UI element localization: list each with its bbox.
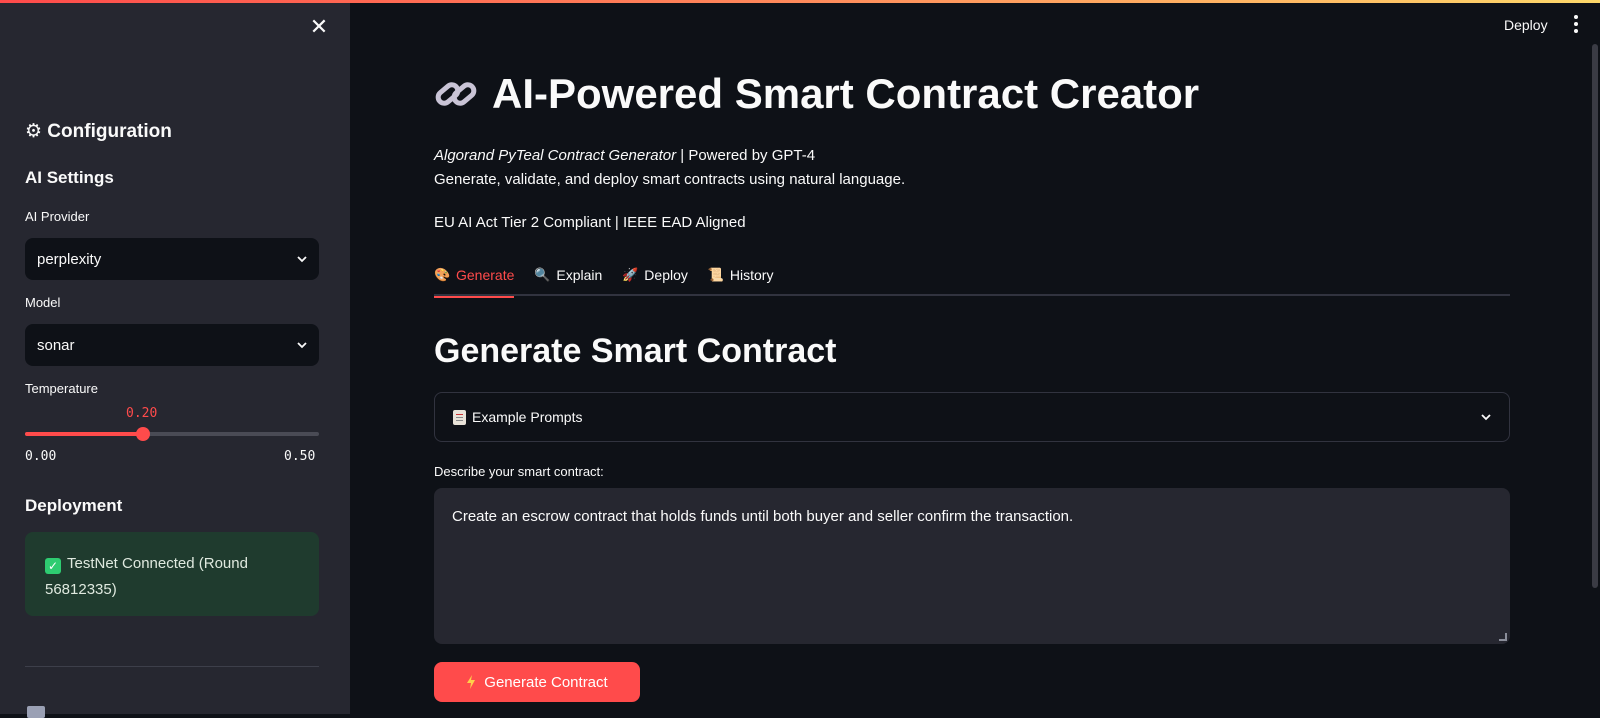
tab-bar: 🎨 Generate 🔍 Explain 🚀 Deploy 📜 History <box>434 262 1510 298</box>
sidebar: ✕ ⚙ Configuration AI Settings AI Provide… <box>0 0 350 718</box>
chevron-down-icon <box>297 342 307 349</box>
subtitle: Algorand PyTeal Contract Generator | Pow… <box>434 144 905 192</box>
close-sidebar-icon[interactable]: ✕ <box>308 16 330 38</box>
temperature-max: 0.50 <box>284 449 316 464</box>
tab-label: Generate <box>456 267 515 283</box>
main-menu-icon[interactable] <box>1570 15 1582 35</box>
textarea-label: Describe your smart contract: <box>434 464 604 479</box>
expander-label: Example Prompts <box>472 409 583 425</box>
subtitle-line2: Generate, validate, and deploy smart con… <box>434 171 906 188</box>
model-label: Model <box>25 295 61 310</box>
temperature-slider-fill <box>25 432 143 436</box>
magnifier-icon: 🔍 <box>534 267 551 282</box>
tab-history[interactable]: 📜 History <box>708 262 774 296</box>
provider-label: AI Provider <box>25 209 90 224</box>
chevron-down-icon <box>1481 414 1491 421</box>
chevron-down-icon <box>297 256 307 263</box>
temperature-min: 0.00 <box>25 449 57 464</box>
top-decoration-bar <box>0 0 1600 3</box>
sidebar-title: ⚙ Configuration <box>25 121 172 142</box>
rocket-icon: 🚀 <box>622 267 639 282</box>
temperature-slider[interactable] <box>25 427 319 441</box>
tab-generate[interactable]: 🎨 Generate <box>434 262 515 298</box>
tab-label: History <box>729 267 774 283</box>
deploy-button[interactable]: Deploy <box>1504 17 1548 33</box>
section-icon <box>27 706 45 718</box>
provider-select-value: perplexity <box>37 250 102 268</box>
resize-handle-icon[interactable] <box>1499 633 1507 641</box>
tab-label: Explain <box>556 267 603 283</box>
temperature-label: Temperature <box>25 381 98 396</box>
temperature-value: 0.20 <box>126 406 158 421</box>
deployment-heading: Deployment <box>25 496 123 515</box>
subtitle-powered-by: | Powered by GPT-4 <box>676 147 816 164</box>
tab-label: Deploy <box>644 267 688 283</box>
scrollbar[interactable] <box>1592 44 1598 588</box>
example-prompts-expander[interactable]: Example Prompts <box>434 392 1510 442</box>
sidebar-divider <box>25 666 319 667</box>
generate-button-label: Generate Contract <box>484 673 608 691</box>
page-title: AI-Powered Smart Contract Creator <box>434 70 1199 118</box>
model-select[interactable]: sonar <box>25 324 319 366</box>
subtitle-italic: Algorand PyTeal Contract Generator <box>434 147 677 164</box>
model-select-value: sonar <box>37 336 75 354</box>
network-status-box: ✓ TestNet Connected (Round 56812335) <box>25 532 319 616</box>
memo-icon <box>453 409 466 425</box>
temperature-slider-thumb[interactable] <box>135 427 150 441</box>
check-icon: ✓ <box>45 558 61 574</box>
main-content: Deploy AI-Powered Smart Contract Creator… <box>350 0 1600 714</box>
generate-contract-button[interactable]: Generate Contract <box>434 662 640 702</box>
network-status-text: TestNet Connected (Round 56812335) <box>45 555 248 598</box>
tab-deploy[interactable]: 🚀 Deploy <box>622 262 688 296</box>
compliance-text: EU AI Act Tier 2 Compliant | IEEE EAD Al… <box>434 214 746 231</box>
section-title: Generate Smart Contract <box>434 332 837 370</box>
ai-settings-heading: AI Settings <box>25 168 114 187</box>
textarea-value: Create an escrow contract that holds fun… <box>452 508 1074 525</box>
scroll-icon: 📜 <box>707 267 725 282</box>
lightning-icon <box>467 675 476 689</box>
link-icon <box>435 82 477 106</box>
page-title-text: AI-Powered Smart Contract Creator <box>492 70 1200 117</box>
contract-description-textarea[interactable]: Create an escrow contract that holds fun… <box>434 488 1510 644</box>
tab-explain[interactable]: 🔍 Explain <box>534 262 602 296</box>
palette-icon: 🎨 <box>434 267 451 282</box>
provider-select[interactable]: perplexity <box>25 238 319 280</box>
